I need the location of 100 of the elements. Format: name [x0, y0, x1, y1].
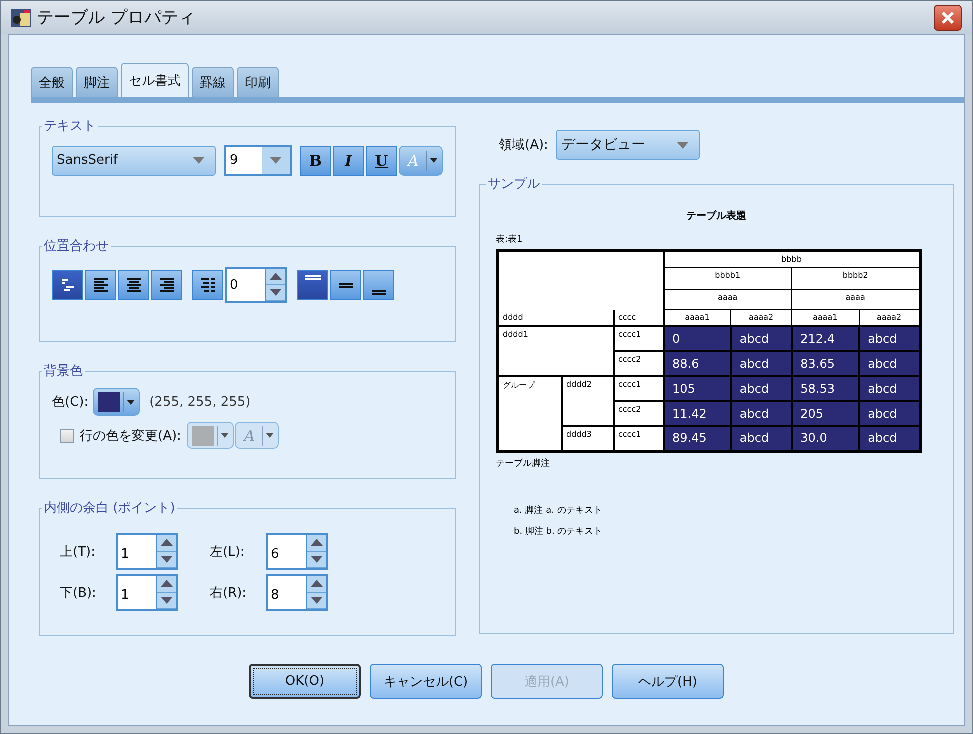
down-arrow-icon: [160, 556, 172, 563]
up-arrow-icon: [160, 539, 172, 546]
dropdown-arrow-icon: [430, 158, 438, 163]
down-arrow-icon: [310, 556, 322, 563]
group-title: テキスト: [43, 118, 97, 135]
tab[interactable]: セル書式: [121, 63, 189, 97]
up-arrow-icon: [270, 273, 282, 280]
window-title: テーブル プロパティ: [37, 7, 196, 29]
table-cell: abcd: [859, 376, 920, 401]
dropdown-arrow-icon: [193, 157, 206, 164]
up-arrow-icon: [310, 580, 322, 588]
dialog-button[interactable]: キャンセル(C): [370, 664, 482, 699]
footnote: b. 脚注 b. のテキスト: [514, 526, 604, 538]
table-cell: abcd: [730, 351, 792, 376]
valign-button[interactable]: [363, 270, 394, 300]
table-cell: cccc1: [614, 326, 664, 351]
table-cell: 83.65: [792, 351, 860, 376]
table-cell: 88.6: [664, 351, 731, 376]
tab[interactable]: 印刷: [237, 67, 279, 97]
group-title: 背景色: [43, 363, 84, 380]
table-cell: bbbb1: [664, 268, 792, 290]
table-cell: dddd1: [498, 326, 614, 376]
padding-field[interactable]: 8: [266, 574, 328, 611]
up-arrow-icon: [160, 580, 172, 588]
color-picker[interactable]: [92, 388, 140, 416]
valign-button[interactable]: [297, 270, 328, 300]
color-label: 色(C):: [52, 394, 89, 411]
dropdown-arrow-icon: [266, 433, 274, 438]
padding-field[interactable]: 6: [266, 533, 328, 570]
align-button[interactable]: [118, 270, 149, 300]
dialog-button[interactable]: ヘルプ(H): [612, 664, 724, 699]
close-button[interactable]: [934, 4, 962, 30]
decimal-align-button[interactable]: [192, 270, 223, 300]
table-cell: cccc: [614, 310, 664, 326]
table-cell: 30.0: [792, 426, 860, 451]
table-cell: abcd: [859, 426, 920, 451]
group-title: 内側の余白 (ポイント): [43, 500, 176, 517]
field-label: 下(B):: [60, 584, 98, 602]
table-cell: 0: [664, 326, 731, 351]
tab[interactable]: 罫線: [192, 67, 234, 97]
table-cell: abcd: [859, 401, 920, 426]
table-cell: 105: [664, 376, 731, 401]
table-cell: aaaa: [664, 290, 792, 310]
area-dropdown[interactable]: データビュー: [556, 130, 700, 160]
rgb-value: (255, 255, 255): [150, 394, 251, 410]
field-label: 上(T):: [60, 544, 96, 560]
table-cell: 212.4: [792, 326, 860, 351]
area-label: 領域(A):: [499, 137, 548, 154]
align-decimal-icon: [200, 278, 214, 292]
group-title: 位置合わせ: [43, 238, 110, 255]
layer-label: 表:表1: [496, 234, 524, 246]
table-caption: テーブル脚注: [496, 458, 551, 470]
dropdown-arrow-icon: [270, 157, 282, 164]
alternate-rows-checkbox[interactable]: [60, 428, 74, 442]
table-cell: abcd: [730, 326, 792, 351]
align-button[interactable]: [151, 270, 182, 300]
table-cell: dddd2: [562, 376, 614, 426]
dropdown-arrow-icon: [126, 400, 135, 404]
down-arrow-icon: [310, 596, 322, 604]
table-icon: [11, 8, 31, 26]
padding-field[interactable]: 1: [116, 574, 178, 611]
field-label: 左(L):: [210, 544, 246, 560]
align-middle-icon: [338, 282, 352, 288]
footnote: a. 脚注 a. のテキスト: [514, 504, 604, 516]
italic-button[interactable]: I: [333, 146, 364, 176]
tab[interactable]: 全般: [31, 67, 73, 97]
padding-field[interactable]: 1: [116, 533, 178, 570]
table-title: テーブル表題: [686, 210, 748, 223]
table-cell: abcd: [730, 401, 792, 426]
table-cell: 89.45: [664, 426, 731, 451]
close-icon: [941, 10, 955, 24]
dialog-button[interactable]: OK(O): [249, 664, 361, 699]
table-cell: abcd: [730, 426, 792, 451]
align-button[interactable]: [52, 270, 83, 300]
indent-field[interactable]: 0: [225, 267, 287, 303]
tab[interactable]: 脚注: [76, 67, 118, 97]
table-cell: abcd: [859, 351, 920, 376]
up-arrow-icon: [310, 539, 322, 546]
down-arrow-icon: [270, 289, 282, 296]
table-cell: cccc2: [614, 351, 664, 376]
dropdown-arrow-icon: [221, 433, 230, 438]
table-cell: 11.42: [664, 401, 731, 426]
align-right-icon: [160, 278, 174, 292]
table-cell: cccc2: [614, 401, 664, 426]
font-size-dropdown[interactable]: 9: [224, 145, 292, 176]
row-color-picker[interactable]: [187, 422, 234, 449]
align-top-icon: [304, 275, 320, 280]
valign-button[interactable]: [330, 270, 361, 300]
table-cell: 58.53: [792, 376, 860, 401]
table-cell: cccc1: [614, 376, 664, 401]
field-label: 右(R):: [210, 584, 248, 602]
align-left-icon: [94, 278, 108, 292]
align-center-icon: [126, 278, 140, 292]
align-button[interactable]: [85, 270, 116, 300]
align-mixed-icon: [62, 279, 74, 291]
bold-button[interactable]: B: [300, 146, 332, 176]
underline-button[interactable]: U: [366, 146, 398, 176]
checkbox-label: 行の色を変更(A):: [80, 428, 182, 444]
group-title: サンプル: [487, 176, 541, 193]
font-dropdown[interactable]: SansSerif: [52, 146, 216, 176]
